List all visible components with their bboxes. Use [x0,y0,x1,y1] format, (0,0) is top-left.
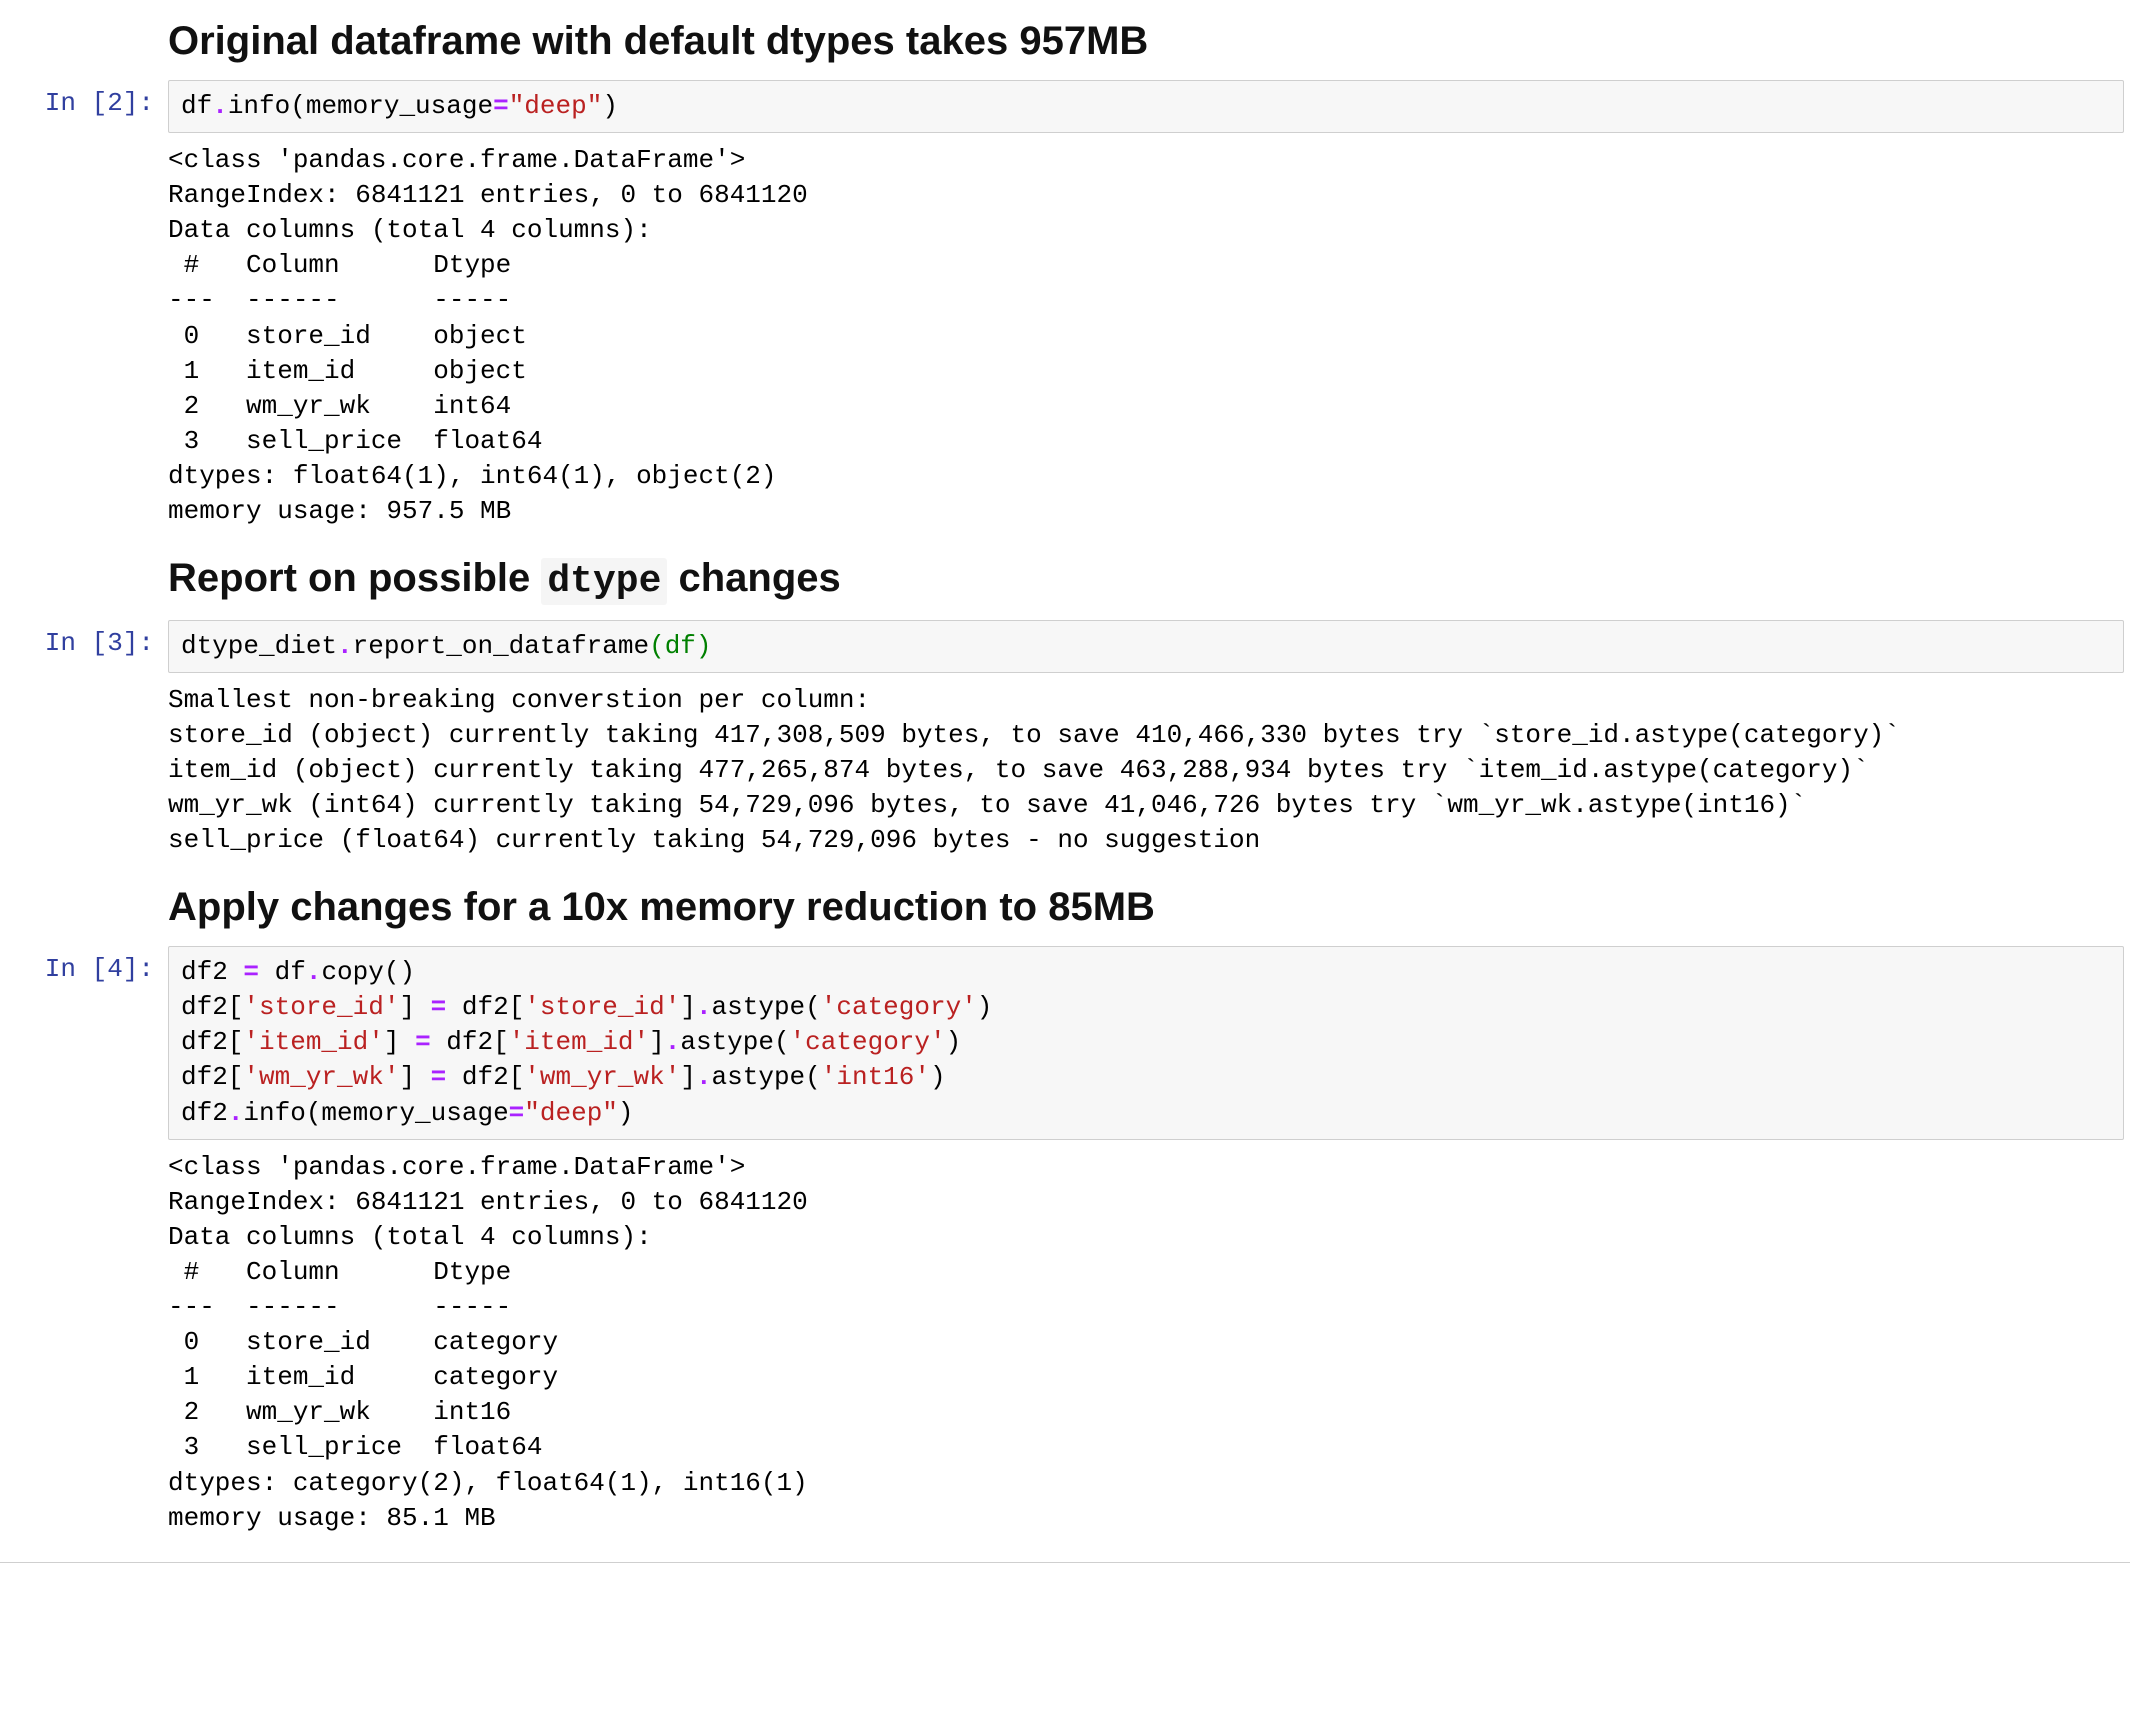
code-token: ) [602,91,618,121]
code-token: . [696,1062,712,1092]
code-token: astype( [712,1062,821,1092]
code-token: 'category' [821,992,977,1022]
code-input[interactable]: df.info(memory_usage="deep") [168,80,2124,133]
code-token: ] [649,1027,665,1057]
heading-code: dtype [541,558,667,605]
code-token: . [306,957,322,987]
code-token: 'category' [790,1027,946,1057]
markdown-cell-3: Apply changes for a 10x memory reduction… [6,882,2124,940]
code-cell-2: In [2]: df.info(memory_usage="deep") [6,80,2124,133]
code-output: Smallest non-breaking converstion per co… [168,673,2124,882]
code-token: . [696,992,712,1022]
output-cell-4: <class 'pandas.core.frame.DataFrame'> Ra… [6,1140,2124,1542]
code-token: report_on_dataframe [353,631,649,661]
code-token: ] [399,992,430,1022]
heading-apply-changes: Apply changes for a 10x memory reduction… [168,882,2124,932]
prompt-spacer [6,553,168,614]
code-token: 'store_id' [524,992,680,1022]
code-token: 'store_id' [243,992,399,1022]
prompt-spacer [6,673,168,681]
code-input[interactable]: df2 = df.copy() df2['store_id'] = df2['s… [168,946,2124,1139]
prompt-spacer [6,16,168,74]
code-token: 'int16' [821,1062,930,1092]
heading-original-dataframe: Original dataframe with default dtypes t… [168,16,2124,66]
code-token: astype( [680,1027,789,1057]
code-token: astype( [712,992,821,1022]
code-token: 'item_id' [243,1027,383,1057]
code-token: = [509,1098,525,1128]
code-output: <class 'pandas.core.frame.DataFrame'> Ra… [168,133,2124,553]
code-token: copy() [321,957,415,987]
code-token: "deep" [524,1098,618,1128]
code-token: . [228,1098,244,1128]
code-token: = [431,1062,447,1092]
code-token: dtype_diet [181,631,337,661]
code-token: ] [399,1062,430,1092]
output-cell-2: <class 'pandas.core.frame.DataFrame'> Ra… [6,133,2124,553]
output-cell-3: Smallest non-breaking converstion per co… [6,673,2124,882]
code-token: . [337,631,353,661]
code-token: df2 [181,1098,228,1128]
code-token: 'wm_yr_wk' [524,1062,680,1092]
code-token: ] [384,1027,415,1057]
code-token: = [431,992,447,1022]
code-input[interactable]: dtype_diet.report_on_dataframe(df) [168,620,2124,673]
code-token: = [415,1027,431,1057]
code-token: ) [618,1098,634,1128]
heading-report-dtype: Report on possible dtype changes [168,553,2124,606]
code-token: ) [930,1062,946,1092]
prompt-spacer [6,882,168,940]
code-token: ] [680,992,696,1022]
code-token: ) [946,1027,962,1057]
prompt-spacer [6,1140,168,1148]
markdown-cell-1: Original dataframe with default dtypes t… [6,16,2124,74]
code-token: ) [977,992,993,1022]
notebook: Original dataframe with default dtypes t… [0,0,2130,1563]
input-prompt: In [4]: [6,946,168,984]
code-token: ] [680,1062,696,1092]
code-token: 'wm_yr_wk' [243,1062,399,1092]
code-token: "deep" [509,91,603,121]
code-token: df [259,957,306,987]
code-token: 'item_id' [509,1027,649,1057]
code-token: df2[ [181,1027,243,1057]
code-token: . [212,91,228,121]
input-prompt: In [3]: [6,620,168,658]
code-cell-3: In [3]: dtype_diet.report_on_dataframe(d… [6,620,2124,673]
code-token: df2 [181,957,243,987]
code-token: info(memory_usage [228,91,493,121]
heading-text-pre: Report on possible [168,556,541,600]
code-token: info(memory_usage [243,1098,508,1128]
code-token: = [243,957,259,987]
code-cell-4: In [4]: df2 = df.copy() df2['store_id'] … [6,946,2124,1139]
code-token: (df) [649,631,711,661]
code-output: <class 'pandas.core.frame.DataFrame'> Ra… [168,1140,2124,1542]
markdown-cell-2: Report on possible dtype changes [6,553,2124,614]
code-token: df2[ [431,1027,509,1057]
heading-text-post: changes [667,556,840,600]
input-prompt: In [2]: [6,80,168,118]
code-token: df2[ [446,992,524,1022]
code-token: df2[ [446,1062,524,1092]
code-token: df2[ [181,1062,243,1092]
code-token: df2[ [181,992,243,1022]
prompt-spacer [6,133,168,141]
code-token: = [493,91,509,121]
code-token: df [181,91,212,121]
code-token: . [665,1027,681,1057]
